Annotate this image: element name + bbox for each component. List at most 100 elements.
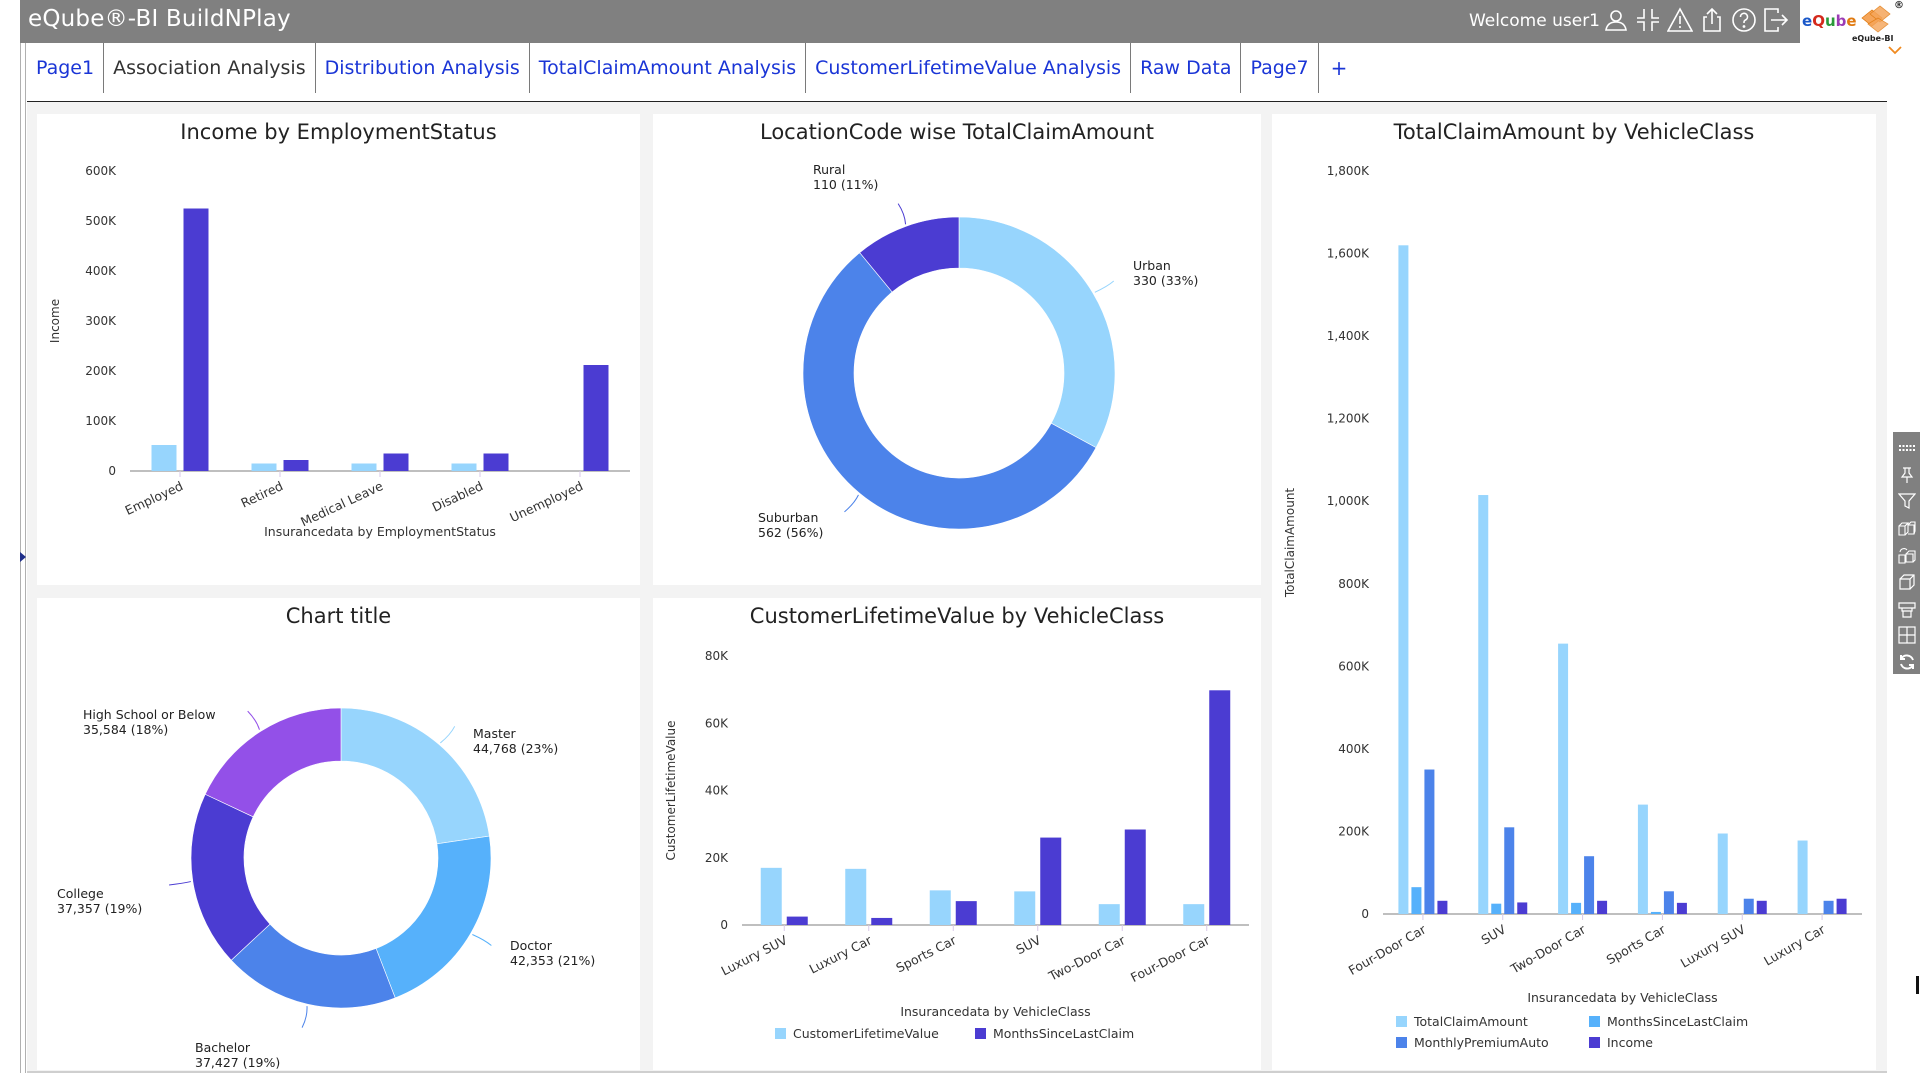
slice-value: 42,353 (21%) — [510, 953, 595, 968]
bar-series-1-retired[interactable] — [251, 463, 277, 472]
bar-income-disabled[interactable] — [483, 453, 509, 472]
panel-locationcode-claims[interactable]: LocationCode wise TotalClaimAmount Urban… — [653, 114, 1261, 585]
panel-clv-by-vehicle[interactable]: CustomerLifetimeValue by VehicleClass 02… — [653, 598, 1261, 1070]
x-tick-label: Luxury SUV — [719, 932, 790, 978]
legend-item-monthlypremiumauto[interactable]: MonthlyPremiumAuto — [1396, 1035, 1549, 1050]
legend-item-income[interactable]: Income — [1589, 1035, 1653, 1050]
logout-icon[interactable] — [1762, 6, 1790, 34]
logo-brand: eQube — [1802, 12, 1857, 30]
panel-claims-by-vehicle[interactable]: TotalClaimAmount by VehicleClass 0 200K 40… — [1272, 114, 1876, 1070]
user-icon[interactable] — [1602, 6, 1630, 34]
bar-monthlypremiumauto-sports-car[interactable] — [1663, 891, 1674, 914]
slice-doctor[interactable] — [375, 835, 492, 999]
slice-name: Master — [473, 726, 517, 741]
print-icon[interactable] — [1896, 597, 1918, 621]
bar-monthssincelastclaim-luxury-suv[interactable] — [786, 916, 808, 925]
tab-raw-data[interactable]: Raw Data — [1131, 43, 1242, 93]
refresh-icon[interactable] — [1896, 650, 1918, 674]
bar-monthssincelastclaim-four-door-car[interactable] — [1209, 690, 1231, 925]
bar-income-luxury-car[interactable] — [1836, 898, 1847, 914]
bar-monthlypremiumauto-luxury-car[interactable] — [1823, 900, 1834, 914]
legend-item-totalclaimamount[interactable]: TotalClaimAmount — [1396, 1014, 1528, 1029]
bar-totalclaimamount-two-door-car[interactable] — [1558, 643, 1569, 914]
y-tick-label: 1,800K — [1327, 164, 1370, 178]
cube-refresh-icon[interactable] — [1896, 543, 1918, 567]
tab-customerlifetimevalue-analysis[interactable]: CustomerLifetimeValue Analysis — [806, 43, 1132, 93]
bar-monthssincelastclaim-suv[interactable] — [1491, 903, 1502, 914]
bar-customerlifetimevalue-sports-car[interactable] — [929, 890, 951, 925]
slice-master[interactable] — [340, 707, 490, 845]
bar-monthlypremiumauto-four-door-car[interactable] — [1424, 769, 1435, 914]
bar-monthssincelastclaim-luxury-car[interactable] — [871, 917, 893, 925]
bar-customerlifetimevalue-two-door-car[interactable] — [1098, 904, 1120, 925]
bar-income-sports-car[interactable] — [1676, 902, 1687, 914]
bar-customerlifetimevalue-luxury-suv[interactable] — [760, 867, 782, 925]
tab-page7[interactable]: Page7 — [1241, 43, 1319, 93]
bar-income-four-door-car[interactable] — [1437, 900, 1448, 914]
help-icon[interactable] — [1730, 6, 1758, 34]
chart-clv-by-vehicle: 0 20K 40K 60K 80K CustomerLifetimeValue Luxury… — [664, 649, 1249, 1041]
y-tick-label: 600K — [1338, 659, 1370, 673]
bar-income-retired[interactable] — [283, 460, 309, 471]
slice-name: College — [57, 886, 104, 901]
x-tick-label: Two-Door Car — [1045, 932, 1128, 984]
bar-totalclaimamount-four-door-car[interactable] — [1398, 245, 1409, 915]
bar-income-employed[interactable] — [183, 208, 209, 472]
bar-monthssincelastclaim-two-door-car[interactable] — [1571, 902, 1582, 914]
bar-monthlypremiumauto-suv[interactable] — [1504, 827, 1515, 914]
bar-monthssincelastclaim-sports-car[interactable] — [955, 901, 977, 925]
chevron-down-icon[interactable] — [1888, 46, 1902, 55]
add-page-tab[interactable]: + — [1319, 43, 1360, 93]
bar-income-suv[interactable] — [1517, 902, 1528, 914]
panel-education-donut[interactable]: Chart title Master 44,768 (23%) Doctor 42,3… — [37, 598, 640, 1070]
drag-handle-icon[interactable] — [1896, 436, 1918, 460]
filter-icon[interactable] — [1896, 490, 1918, 514]
bar-income-luxury-suv[interactable] — [1756, 900, 1767, 914]
bar-series-1-medical-leave[interactable] — [351, 463, 377, 472]
bar-monthssincelastclaim-suv[interactable] — [1040, 837, 1062, 925]
tab-page1[interactable]: Page1 — [27, 43, 105, 93]
legend-label: Income — [1607, 1035, 1653, 1050]
pin-icon[interactable] — [1896, 463, 1918, 487]
slice-high-school-or-below[interactable] — [204, 707, 342, 818]
bar-income-unemployed[interactable] — [583, 365, 609, 471]
slice-college[interactable] — [190, 793, 271, 961]
bar-series-1-employed[interactable] — [151, 445, 177, 471]
bar-series-1-disabled[interactable] — [451, 463, 477, 472]
slice-label-suburban: Suburban562 (56%) — [758, 510, 823, 540]
bar-customerlifetimevalue-luxury-car[interactable] — [845, 868, 867, 925]
tab-distribution-analysis[interactable]: Distribution Analysis — [316, 43, 530, 93]
bar-income-two-door-car[interactable] — [1597, 900, 1608, 914]
legend-item-customerlifetimevalue[interactable]: CustomerLifetimeValue — [775, 1026, 939, 1041]
cube-icon[interactable] — [1896, 570, 1918, 594]
bar-customerlifetimevalue-four-door-car[interactable] — [1183, 904, 1205, 925]
bar-totalclaimamount-suv[interactable] — [1478, 495, 1489, 914]
bar-monthssincelastclaim-sports-car[interactable] — [1650, 911, 1661, 914]
warning-icon[interactable] — [1666, 6, 1694, 34]
bar-totalclaimamount-sports-car[interactable] — [1637, 804, 1648, 914]
bar-customerlifetimevalue-suv[interactable] — [1014, 891, 1036, 925]
chart-locationcode-claims: Urban330 (33%) Suburban562 (56%) Rural110 … — [758, 162, 1198, 540]
tab-totalclaimamount-analysis[interactable]: TotalClaimAmount Analysis — [530, 43, 807, 93]
collapse-icon[interactable] — [1634, 6, 1662, 34]
bar-monthssincelastclaim-two-door-car[interactable] — [1124, 829, 1146, 925]
tab-association-analysis[interactable]: Association Analysis — [104, 43, 316, 93]
grid-layout-icon[interactable] — [1896, 623, 1918, 647]
expand-sidebar-icon[interactable] — [20, 552, 26, 562]
legend-swatch — [975, 1028, 986, 1039]
y-tick-label: 1,600K — [1327, 247, 1370, 261]
bar-totalclaimamount-luxury-suv[interactable] — [1717, 833, 1728, 914]
bar-totalclaimamount-luxury-car[interactable] — [1797, 840, 1808, 914]
cubes-icon[interactable] — [1896, 516, 1918, 540]
panel-income-by-employment[interactable]: Income by EmploymentStatus 0 100K 200K 300K… — [37, 114, 640, 585]
bar-income-medical-leave[interactable] — [383, 453, 409, 472]
bar-monthssincelastclaim-four-door-car[interactable] — [1411, 887, 1422, 914]
legend-item-monthssincelastclaim[interactable]: MonthsSinceLastClaim — [1589, 1014, 1748, 1029]
y-tick-label: 200K — [85, 364, 117, 378]
bar-monthlypremiumauto-two-door-car[interactable] — [1584, 856, 1595, 914]
share-icon[interactable] — [1698, 6, 1726, 34]
slice-urban[interactable] — [958, 216, 1116, 448]
legend-swatch — [775, 1028, 786, 1039]
bar-monthlypremiumauto-luxury-suv[interactable] — [1743, 898, 1754, 914]
legend-item-monthssincelastclaim[interactable]: MonthsSinceLastClaim — [975, 1026, 1134, 1041]
